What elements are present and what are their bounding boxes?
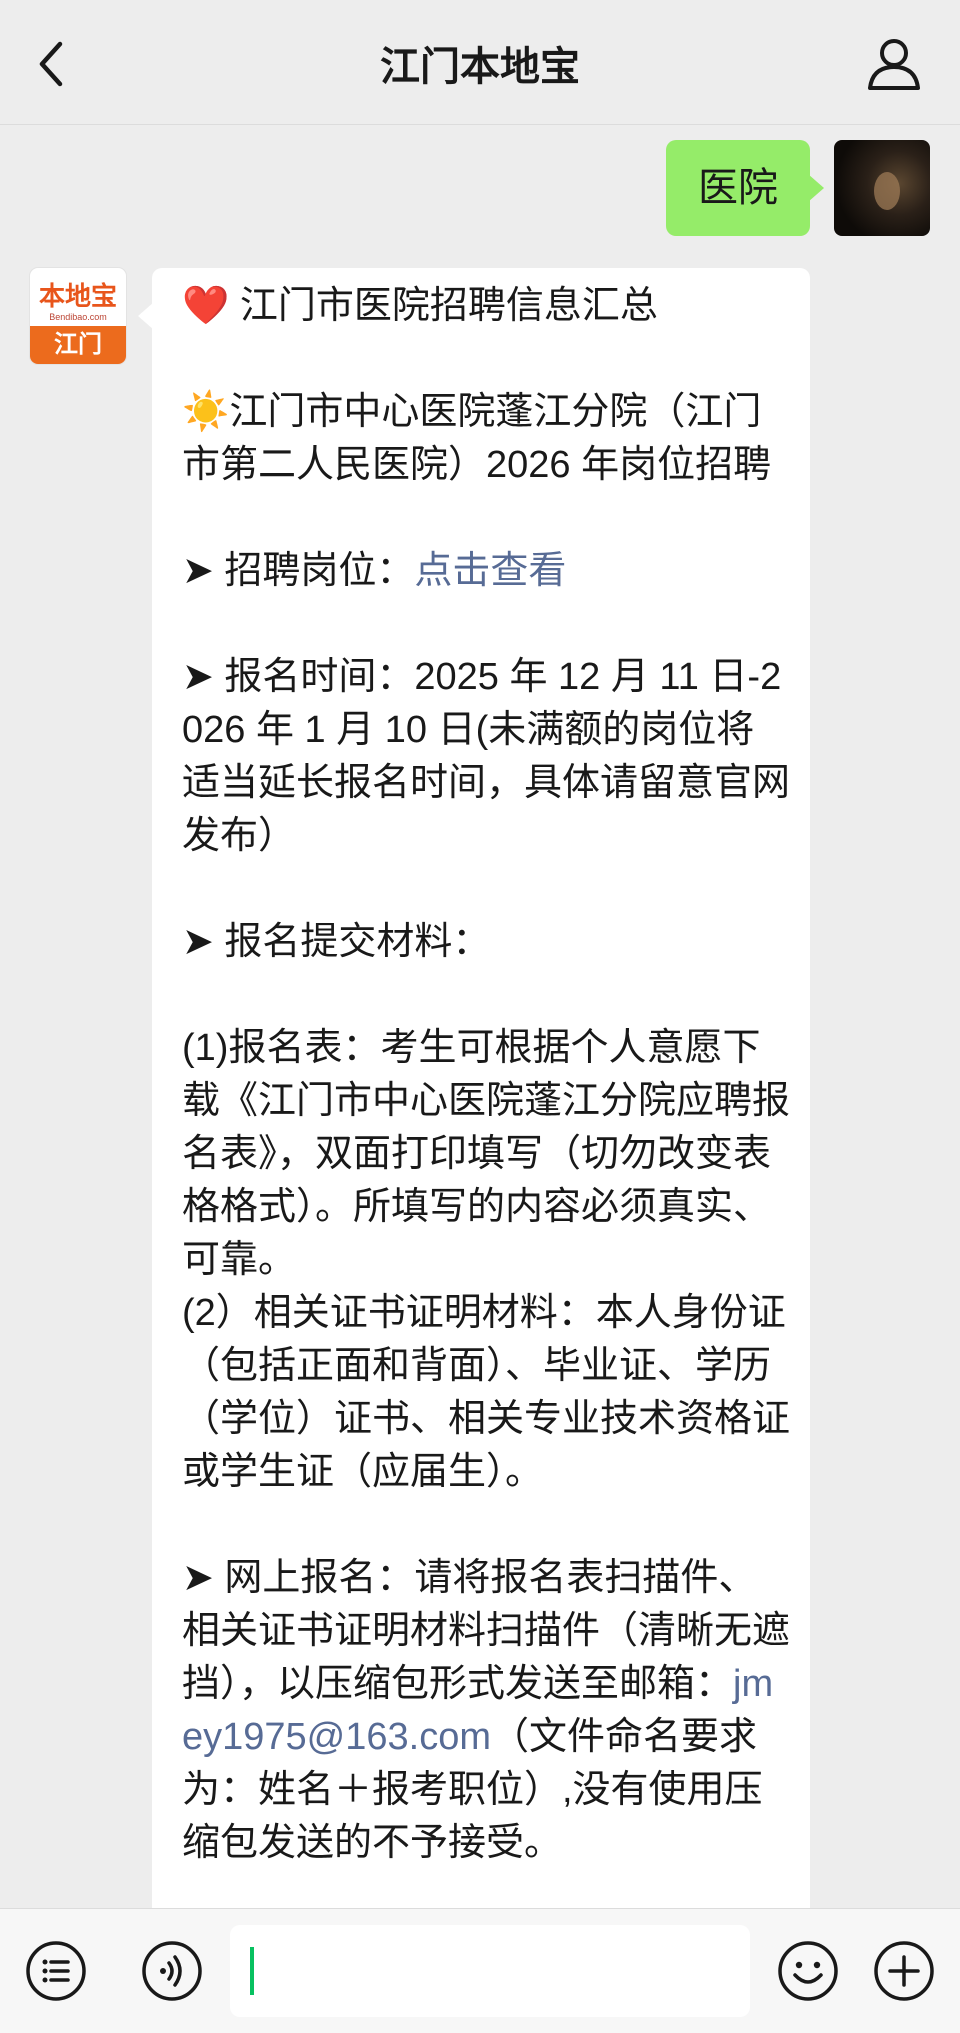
my-avatar[interactable] [834,140,930,236]
voice-icon[interactable] [140,1939,204,2003]
text-caret [250,1947,254,1995]
top-nav-bar: 江门本地宝 [0,0,960,125]
list-menu-icon[interactable] [24,1939,88,2003]
heart-emoji: ❤️ [182,285,230,327]
avatar-logo-top: 本地宝 [38,282,117,312]
materials-title: ➤ 报名提交材料： [182,921,491,963]
chat-title: 江门本地宝 [380,45,580,89]
message-input[interactable] [230,1925,750,2017]
input-bar [0,1908,960,2033]
outgoing-message-bubble[interactable]: 医院 [666,140,824,236]
incoming-message-bubble[interactable]: ❤️ 江门市医院招聘信息汇总 ☀️江门市中心医院蓬江分院（江门市第二人民医院）2… [138,268,810,2028]
positions-label: ➤ 招聘岗位： [182,550,415,592]
user-icon[interactable] [864,36,924,92]
registration-time: ➤ 报名时间：2025 年 12 月 11 日-2026 年 1 月 10 日(… [182,656,791,857]
official-account-avatar[interactable]: 本地宝 Bendibao.com 江门 [30,268,126,364]
avatar-logo-mid: Bendibao.com [49,312,107,322]
plus-circle-icon[interactable] [872,1939,936,2003]
sun-emoji: ☀️ [182,391,230,433]
section-title: 江门市中心医院蓬江分院（江门市第二人民医院）2026 年岗位招聘 [182,391,772,486]
materials-item-1: (1)报名表：考生可根据个人意愿下载《江门市中心医院蓬江分院应聘报名表》，双面打… [182,1027,791,1281]
avatar-logo-bottom: 江门 [30,326,126,364]
message-title: 江门市医院招聘信息汇总 [229,285,658,327]
positions-link[interactable]: 点击查看 [414,550,566,592]
smiley-icon[interactable] [776,1939,840,2003]
avatar-photo [874,172,900,210]
materials-item-2: (2）相关证书证明材料：本人身份证（包括正面和背面）、毕业证、学历（学位）证书、… [182,1292,791,1493]
online-registration-text: ➤ 网上报名：请将报名表扫描件、相关证书证明材料扫描件（清晰无遮挡），以压缩包形… [182,1557,791,1705]
incoming-message-body: ❤️ 江门市医院招聘信息汇总 ☀️江门市中心医院蓬江分院（江门市第二人民医院）2… [182,280,792,1870]
outgoing-message-text: 医院 [698,166,778,210]
